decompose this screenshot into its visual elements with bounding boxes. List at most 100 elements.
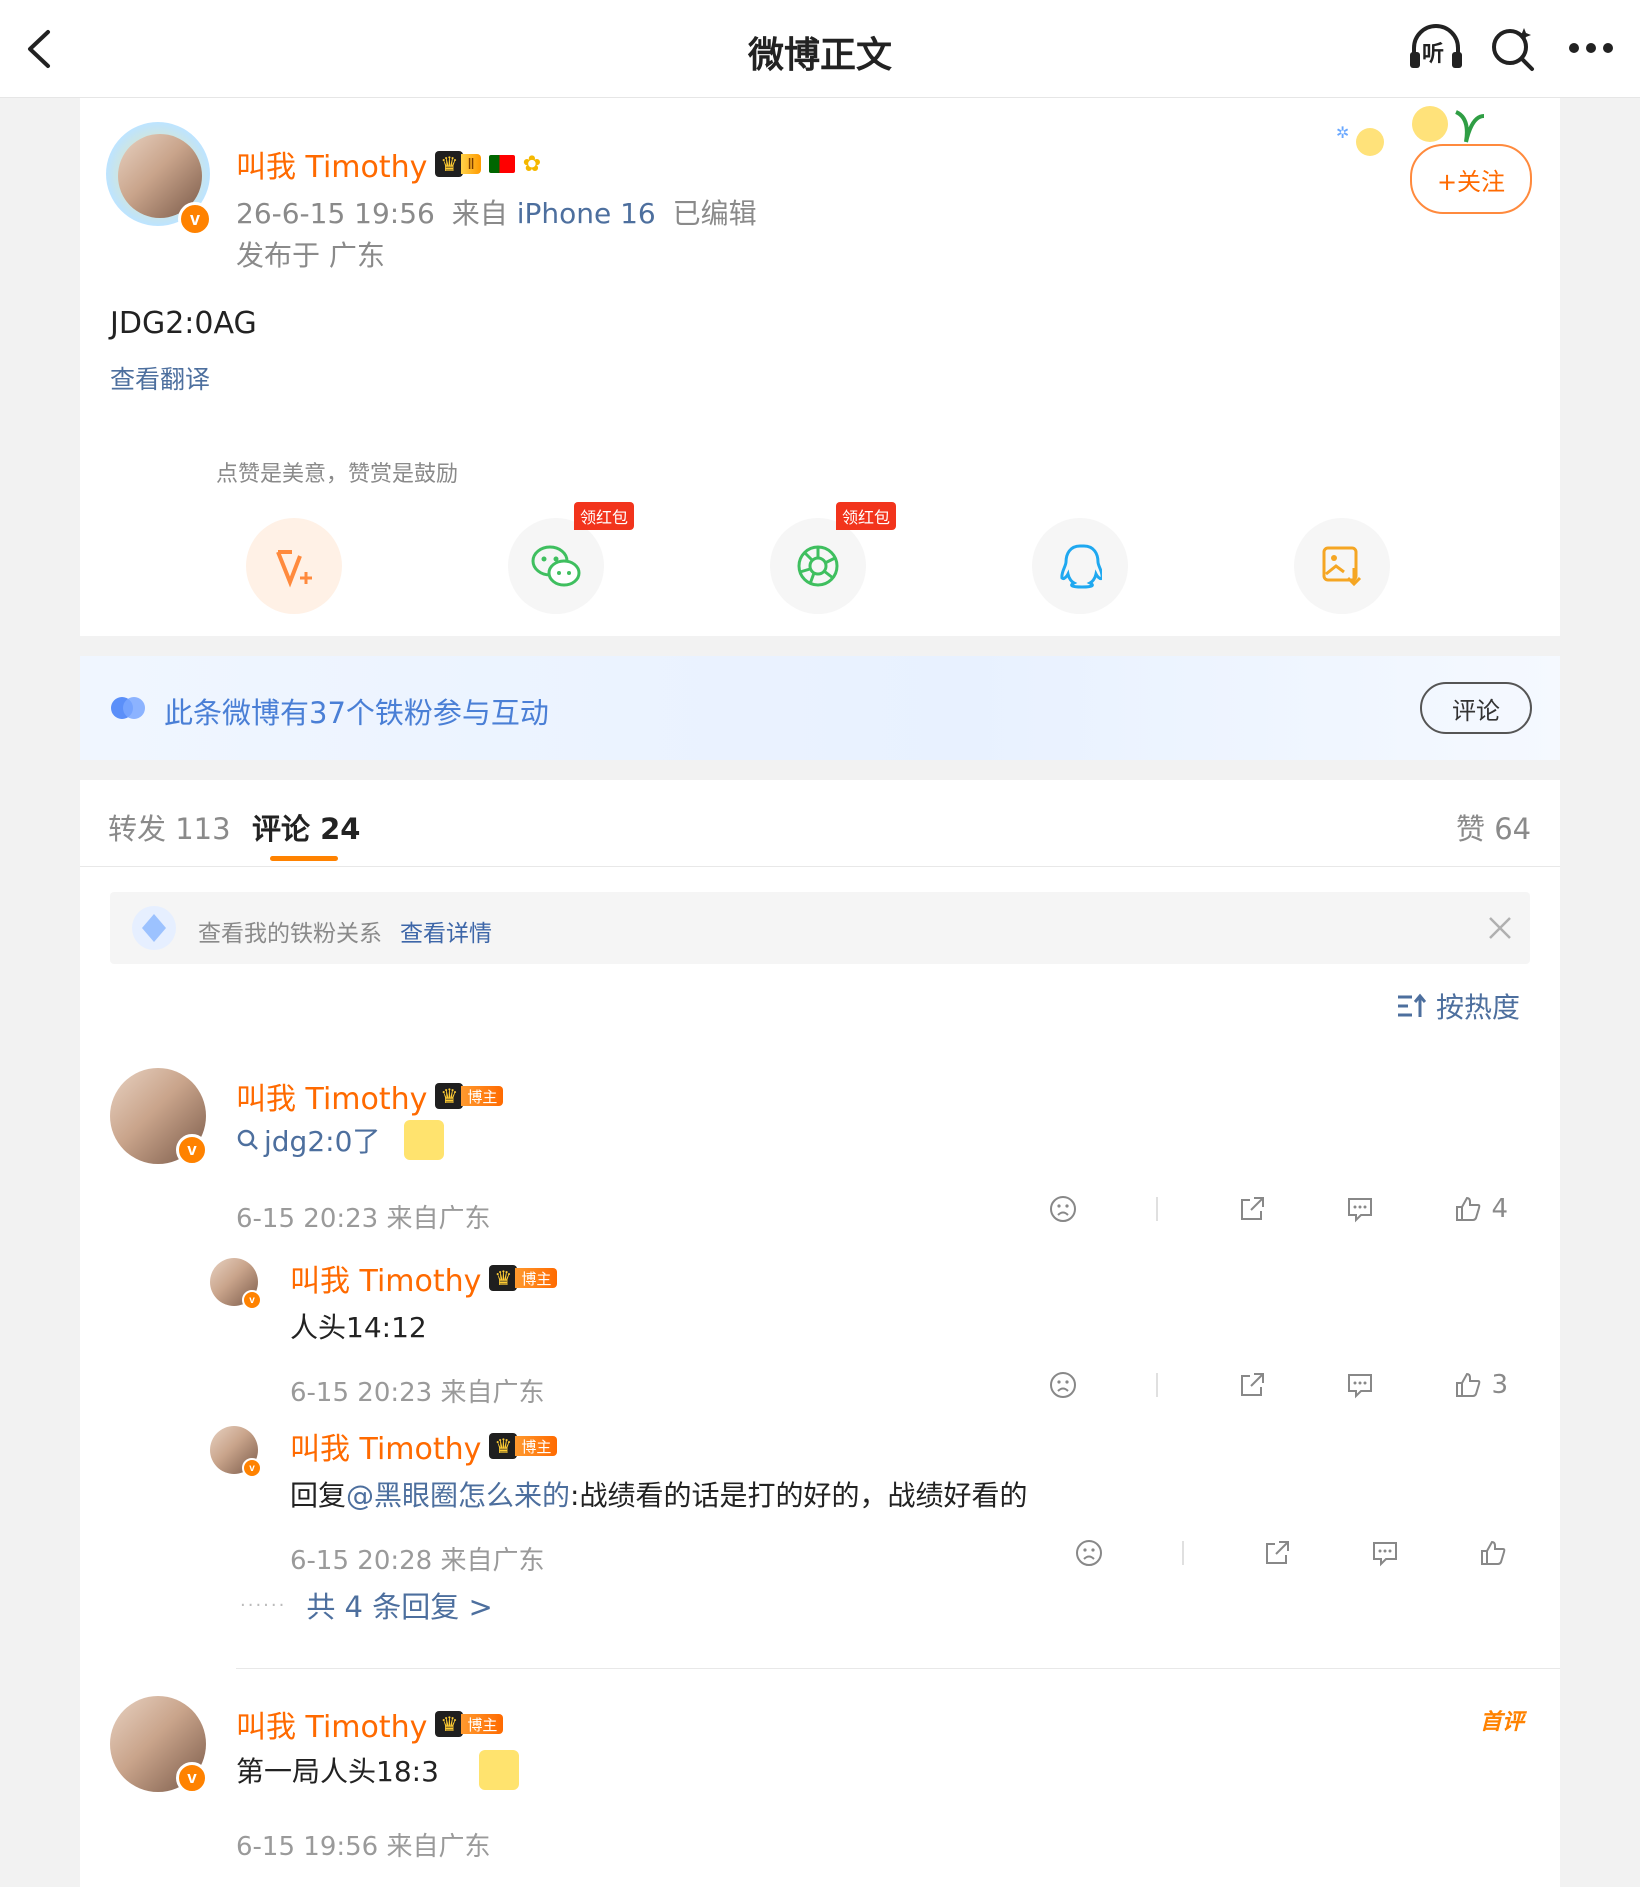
svg-text:✲: ✲ [1336, 123, 1349, 142]
dislike-icon[interactable] [1048, 1370, 1078, 1400]
wechat-icon [531, 545, 581, 587]
crown-icon: ♛ [489, 1265, 518, 1291]
listen-label: 听 [1422, 42, 1445, 67]
tab-likes[interactable]: 赞 64 [1456, 806, 1531, 848]
like-action[interactable]: 4 [1453, 1194, 1508, 1224]
share-row: 领红包 领红包 [246, 502, 1446, 618]
comment-item: v 叫我 Timothy ♛ 博主 jdg2:0了 6-15 20:23 来自广东… [80, 1060, 1560, 1624]
comment-author-line: 叫我 Timothy ♛ 博主 [236, 1702, 504, 1746]
verified-badge: v [176, 1762, 208, 1794]
crown-icon: ♛ [435, 151, 464, 177]
more-icon[interactable] [1566, 40, 1616, 56]
reply-prefix: 回复 [290, 1479, 347, 1512]
sunflower-icon: ✿ [522, 151, 542, 177]
reply-author[interactable]: 叫我 Timothy [290, 1256, 481, 1300]
dislike-icon[interactable] [1048, 1194, 1078, 1224]
nav-bar: 微博正文 听 [0, 0, 1640, 98]
repost-icon[interactable] [1262, 1538, 1292, 1568]
fans-icon [110, 696, 146, 720]
qq-icon [1060, 544, 1102, 589]
repost-icon[interactable] [1237, 1370, 1267, 1400]
post-content: JDG2:0AG [110, 306, 257, 341]
comment-meta: 6-15 20:23 来自广东 [236, 1204, 491, 1234]
author-avatar[interactable]: v [106, 122, 212, 236]
sort-icon [1398, 993, 1426, 1017]
reply-text: 人头14:12 [290, 1311, 427, 1344]
verified-badge: v [178, 202, 212, 236]
fans-comment-button[interactable]: 评论 [1420, 682, 1532, 734]
red-packet-badge: 领红包 [573, 502, 634, 530]
blogger-badge: ♛ 博主 [489, 1433, 558, 1459]
tab-active-indicator [270, 856, 338, 861]
like-icon [1453, 1194, 1483, 1224]
qq-share-button[interactable] [1032, 518, 1128, 614]
save-image-button[interactable] [1294, 518, 1390, 614]
fans-notice-text: 查看我的铁粉关系 [198, 921, 382, 947]
fans-notice-link[interactable]: 查看详情 [400, 914, 492, 948]
author-name[interactable]: 叫我 Timothy [236, 142, 427, 186]
translate-link[interactable]: 查看翻译 [110, 360, 210, 396]
verified-badge: v [242, 1458, 262, 1478]
reply-actions [1074, 1538, 1508, 1568]
like-count: 4 [1491, 1194, 1508, 1224]
reply-text: :战绩看的话是打的好的，战绩好看的 [570, 1479, 1028, 1512]
action-divider [1182, 1541, 1184, 1565]
comment-item: v 叫我 Timothy ♛ 博主 首评 第一局人头18:3 6-15 19:56… [80, 1690, 1560, 1880]
crown-icon: ♛ [435, 1083, 464, 1109]
mention-link[interactable]: @黑眼圈怎么来的 [346, 1479, 570, 1512]
comment-text-line: jdg2:0了 [236, 1120, 445, 1160]
listen-button[interactable]: 听 [1408, 22, 1464, 74]
reply-icon[interactable] [1345, 1370, 1375, 1400]
like-action[interactable]: 3 [1453, 1370, 1508, 1400]
reply-author-line: 叫我 Timothy ♛ 博主 [290, 1424, 558, 1468]
comment-text: 第一局人头18:3 [236, 1755, 439, 1788]
edited-label: 已编辑 [672, 197, 757, 230]
save-image-icon [1322, 546, 1362, 587]
comment-avatar[interactable]: v [110, 1068, 210, 1168]
like-icon[interactable] [1478, 1538, 1508, 1568]
comment-text-line: 第一局人头18:3 [236, 1750, 519, 1790]
like-count: 3 [1491, 1370, 1508, 1400]
wechat-share-button[interactable]: 领红包 [508, 502, 634, 614]
reward-tip: 点赞是美意，赞赏是鼓励 [216, 462, 459, 487]
moments-share-button[interactable]: 领红包 [770, 502, 896, 614]
repost-icon[interactable] [1237, 1194, 1267, 1224]
search-icon[interactable] [1488, 24, 1538, 74]
verified-badge: v [176, 1134, 208, 1166]
reply-actions: 3 [1048, 1370, 1508, 1400]
tab-comments[interactable]: 评论 24 [252, 806, 360, 848]
more-replies-link[interactable]: ······ 共 4 条回复 > [240, 1584, 493, 1626]
post-card: v 叫我 Timothy ♛ Ⅱ ✿ 26-6-15 19:56 来自 iPhon… [80, 98, 1560, 636]
action-divider [1156, 1373, 1159, 1397]
device-link[interactable]: iPhone 16 [517, 197, 656, 230]
reply-icon[interactable] [1370, 1538, 1400, 1568]
diamond-icon [130, 904, 178, 952]
post-time: 26-6-15 19:56 [236, 197, 435, 230]
blogger-badge: ♛ 博主 [489, 1265, 558, 1291]
fans-banner: 此条微博有37个铁粉参与互动 评论 [80, 656, 1560, 760]
reward-button[interactable] [246, 518, 342, 614]
comment-author[interactable]: 叫我 Timothy [236, 1074, 427, 1118]
post-meta: 26-6-15 19:56 来自 iPhone 16 已编辑 [236, 192, 757, 232]
comments-card: 转发 113 评论 24 赞 64 查看我的铁粉关系 查看详情 按热度 v 叫我… [80, 780, 1560, 1887]
reply-avatar[interactable]: v [210, 1426, 262, 1478]
reply-author-line: 叫我 Timothy ♛ 博主 [290, 1256, 558, 1300]
reply-avatar[interactable]: v [210, 1258, 262, 1310]
moments-icon [797, 545, 839, 587]
sort-button[interactable]: 按热度 [1396, 986, 1520, 1026]
dislike-icon[interactable] [1074, 1538, 1104, 1568]
comment-author-line: 叫我 Timothy ♛ 博主 [236, 1074, 504, 1118]
vip-level-badge: ♛ Ⅱ [435, 151, 481, 177]
follow-button[interactable]: +关注 [1410, 144, 1532, 214]
like-icon [1453, 1370, 1483, 1400]
comment-avatar[interactable]: v [110, 1696, 210, 1796]
close-icon[interactable] [1488, 916, 1512, 940]
comment-meta: 6-15 19:56 来自广东 [236, 1832, 491, 1862]
comment-author[interactable]: 叫我 Timothy [236, 1702, 427, 1746]
reply-author[interactable]: 叫我 Timothy [290, 1424, 481, 1468]
red-packet-badge: 领红包 [835, 502, 896, 530]
reply-icon[interactable] [1345, 1194, 1375, 1224]
tab-repost[interactable]: 转发 113 [108, 806, 231, 848]
author-line: 叫我 Timothy ♛ Ⅱ ✿ [236, 142, 541, 186]
comment-keyword-link[interactable]: jdg2:0了 [264, 1120, 380, 1160]
